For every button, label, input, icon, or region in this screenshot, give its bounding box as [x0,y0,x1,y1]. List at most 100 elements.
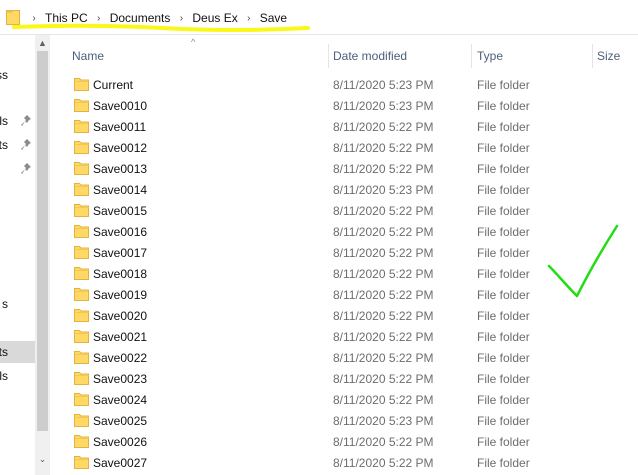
file-date-modified: 8/11/2020 5:22 PM [333,309,434,323]
file-name: Save0012 [93,141,148,155]
table-row[interactable]: Save0024 8/11/2020 5:22 PM File folder [50,389,638,410]
file-name: Save0025 [93,414,148,428]
nav-item[interactable]: ts [0,341,35,363]
nav-item[interactable]: ls [0,365,35,387]
nav-item[interactable]: s [0,293,35,315]
file-type: File folder [477,393,530,407]
folder-icon [74,288,89,301]
nav-item-label: ls [0,114,8,128]
folder-icon [74,120,89,133]
green-checkmark-annotation [547,224,619,298]
file-type: File folder [477,435,530,449]
file-type: File folder [477,372,530,386]
file-name: Save0013 [93,162,148,176]
nav-item-label: ls [0,369,8,383]
file-date-modified: 8/11/2020 5:22 PM [333,288,434,302]
folder-icon [74,330,89,343]
table-row[interactable]: Save0020 8/11/2020 5:22 PM File folder [50,305,638,326]
file-date-modified: 8/11/2020 5:22 PM [333,393,434,407]
table-row[interactable]: Save0012 8/11/2020 5:22 PM File folder [50,137,638,158]
file-name: Save0010 [93,99,148,113]
file-name: Save0020 [93,309,148,323]
navigation-scrollbar[interactable]: ▲ ⌄ [35,35,50,475]
file-type: File folder [477,141,530,155]
file-date-modified: 8/11/2020 5:22 PM [333,330,434,344]
table-row[interactable]: Save0023 8/11/2020 5:22 PM File folder [50,368,638,389]
file-type: File folder [477,456,530,470]
scroll-down-arrow-icon[interactable]: ⌄ [35,452,50,467]
file-type: File folder [477,246,530,260]
table-row[interactable]: Save0011 8/11/2020 5:22 PM File folder [50,116,638,137]
file-name: Save0024 [93,393,148,407]
file-date-modified: 8/11/2020 5:22 PM [333,246,434,260]
file-type: File folder [477,120,530,134]
file-name: Save0018 [93,267,148,281]
file-name: Save0021 [93,330,148,344]
yellow-highlight-underline [12,23,310,32]
column-headers: Name Date modified Type Size [50,44,638,68]
table-row[interactable]: Save0027 8/11/2020 5:22 PM File folder [50,452,638,473]
table-row[interactable]: Save0014 8/11/2020 5:23 PM File folder [50,179,638,200]
folder-icon [74,162,89,175]
file-name: Save0011 [93,120,147,134]
file-date-modified: 8/11/2020 5:22 PM [333,456,434,470]
table-row[interactable]: Save0013 8/11/2020 5:22 PM File folder [50,158,638,179]
nav-item[interactable]: ls [0,110,35,132]
column-divider[interactable] [592,44,593,68]
pin-icon [21,115,31,126]
nav-item-label: ts [0,138,8,152]
folder-icon [74,183,89,196]
file-name: Save0014 [93,183,148,197]
file-type: File folder [477,330,530,344]
table-row[interactable]: Save0022 8/11/2020 5:22 PM File folder [50,347,638,368]
file-type: File folder [477,78,530,92]
table-row[interactable]: Save0025 8/11/2020 5:23 PM File folder [50,410,638,431]
file-date-modified: 8/11/2020 5:23 PM [333,99,434,113]
scrollbar-thumb[interactable] [37,51,48,431]
file-type: File folder [477,225,530,239]
pin-icon [21,139,31,150]
folder-icon [74,246,89,259]
file-name: Save0019 [93,288,148,302]
navigation-pane: ss ls ts s ts ls [0,35,35,475]
nav-item[interactable] [0,158,35,180]
file-date-modified: 8/11/2020 5:22 PM [333,141,434,155]
file-date-modified: 8/11/2020 5:22 PM [333,435,434,449]
table-row[interactable]: Current 8/11/2020 5:23 PM File folder [50,74,638,95]
scroll-up-arrow-icon[interactable]: ▲ [35,35,50,50]
column-divider[interactable] [328,44,329,68]
file-date-modified: 8/11/2020 5:23 PM [333,414,434,428]
table-row[interactable]: Save0026 8/11/2020 5:22 PM File folder [50,431,638,452]
file-name: Save0027 [93,456,148,470]
nav-item[interactable]: ss [0,64,35,86]
file-date-modified: 8/11/2020 5:22 PM [333,267,434,281]
file-type: File folder [477,99,530,113]
column-divider[interactable] [471,44,472,68]
address-bar[interactable]: › This PC › Documents › Deus Ex › Save [0,0,638,35]
table-row[interactable]: Save0021 8/11/2020 5:22 PM File folder [50,326,638,347]
folder-icon [74,414,89,427]
table-row[interactable]: Save0010 8/11/2020 5:23 PM File folder [50,95,638,116]
file-type: File folder [477,351,530,365]
folder-icon [74,309,89,322]
file-type: File folder [477,204,530,218]
nav-item-label: ss [0,68,8,82]
column-header-date-modified[interactable]: Date modified [333,44,471,68]
column-header-size[interactable]: Size [597,44,638,68]
file-type: File folder [477,309,530,323]
file-date-modified: 8/11/2020 5:22 PM [333,225,434,239]
folder-icon [74,372,89,385]
file-date-modified: 8/11/2020 5:22 PM [333,372,434,386]
column-header-name[interactable]: Name [72,44,326,68]
nav-item[interactable]: ts [0,134,35,156]
file-type: File folder [477,162,530,176]
file-name: Save0022 [93,351,148,365]
file-date-modified: 8/11/2020 5:22 PM [333,162,434,176]
table-row[interactable]: Save0015 8/11/2020 5:22 PM File folder [50,200,638,221]
folder-icon [74,351,89,364]
nav-item-label: s [2,297,8,311]
folder-icon [74,225,89,238]
column-header-type[interactable]: Type [477,44,595,68]
folder-icon [74,456,89,469]
folder-icon [74,141,89,154]
